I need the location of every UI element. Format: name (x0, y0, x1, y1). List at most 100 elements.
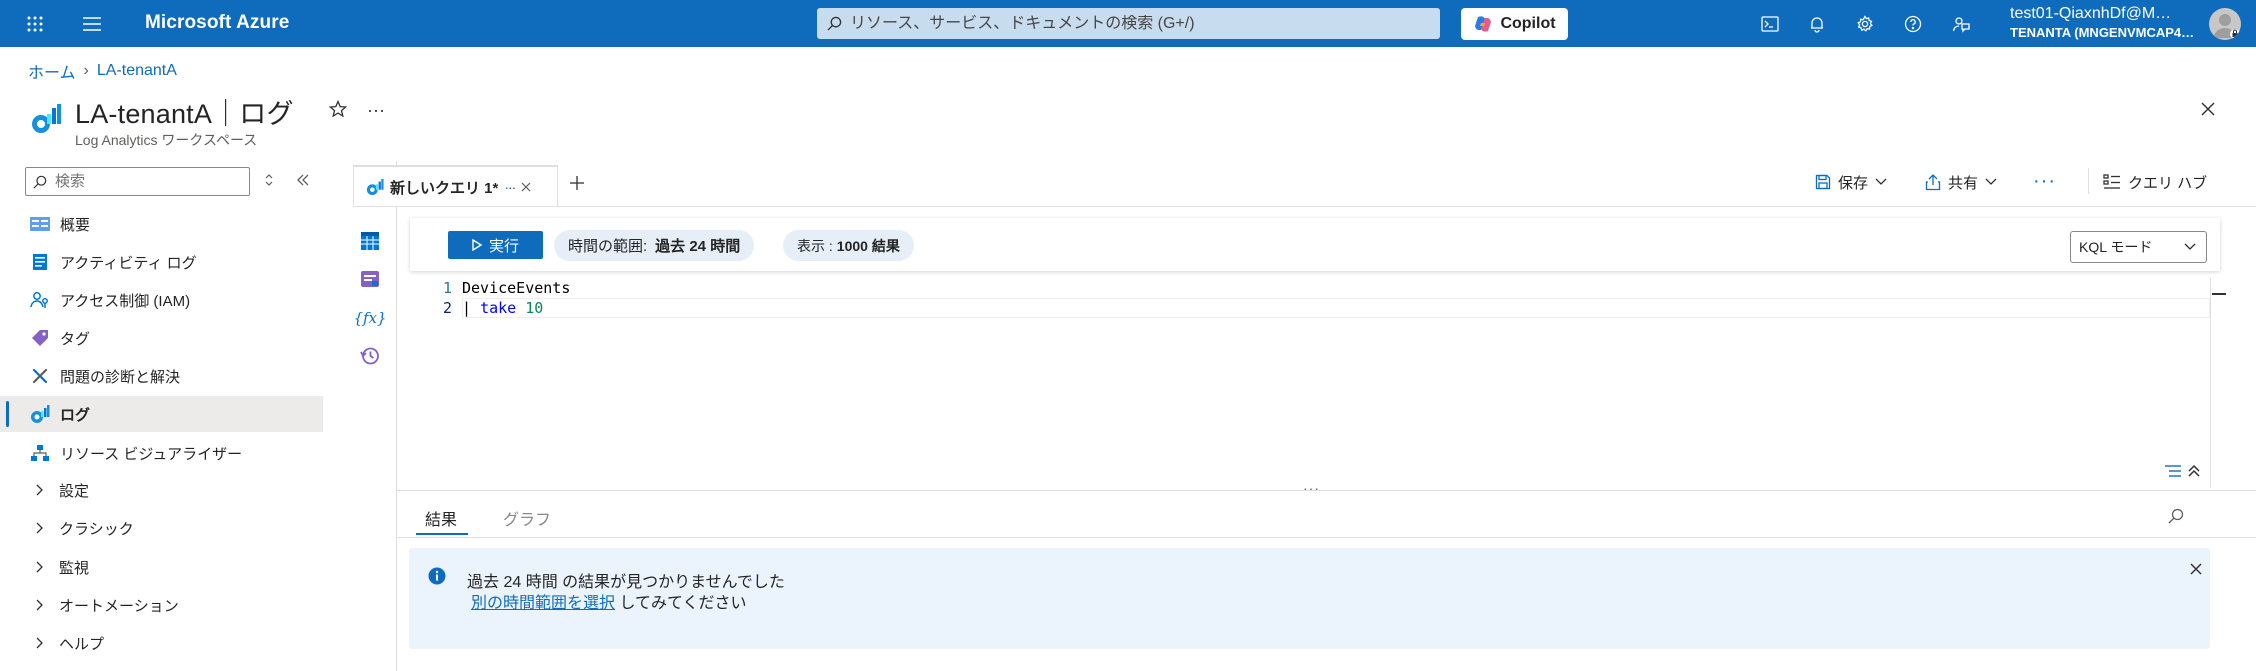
avatar[interactable] (2209, 8, 2241, 40)
sidebar-item-activity-log[interactable]: アクティビティ ログ (0, 244, 323, 280)
activity-log-icon (29, 251, 51, 273)
sidebar-item-label: ログ (60, 406, 91, 424)
query-hub-label: クエリ ハブ (2128, 174, 2208, 192)
copilot-label: Copilot (1500, 15, 1556, 32)
no-results-hint: 別の時間範囲を選択 してみてください (471, 589, 747, 613)
sidebar-item-diagnose[interactable]: 問題の診断と解決 (0, 358, 323, 394)
chevron-down-icon (2184, 243, 2196, 250)
tab-results[interactable]: 結果 (425, 506, 457, 530)
tab-chart[interactable]: グラフ (503, 506, 551, 530)
hamburger-menu-icon[interactable] (78, 10, 106, 38)
dismiss-message-icon[interactable] (2190, 563, 2202, 575)
run-label: 実行 (488, 237, 519, 255)
sidebar-item-resource-visualizer[interactable]: リソース ビジュアライザー (0, 435, 323, 471)
copilot-button[interactable]: Copilot (1461, 8, 1568, 40)
toolbar-more-icon[interactable]: ··· (2033, 170, 2056, 193)
no-results-hint-tail: してみてください (615, 595, 747, 612)
favorite-star-icon[interactable] (329, 100, 347, 118)
overview-ruler-marker (2212, 293, 2226, 295)
result-limit-picker[interactable]: 表示 : 1000 結果 (783, 230, 914, 261)
queries-icon[interactable] (358, 267, 382, 291)
breadcrumb-home[interactable]: ホーム (28, 59, 76, 83)
diagnose-icon (29, 365, 51, 387)
sidebar-item-label: 問題の診断と解決 (60, 368, 181, 386)
save-icon (1815, 174, 1831, 190)
close-icon[interactable] (2200, 101, 2216, 117)
share-button[interactable]: 共有 (1925, 170, 1997, 194)
breadcrumb-separator-icon: › (83, 62, 89, 79)
sidebar-item-logs[interactable]: ログ (0, 396, 323, 432)
line-number: 1 (442, 279, 452, 297)
log-analytics-icon (30, 102, 62, 136)
code-line-2: | take 10 (462, 299, 543, 317)
chevron-right-icon (36, 637, 43, 649)
tables-icon[interactable] (358, 229, 382, 253)
results-tab-indicator (416, 533, 468, 535)
editor-scrollbar[interactable] (2210, 278, 2211, 488)
sidebar-item-label: アクティビティ ログ (60, 254, 197, 272)
sidebar-item-label: タグ (60, 330, 91, 348)
editor-results-splitter[interactable] (397, 490, 2256, 491)
query-mode-select[interactable]: KQL モード (2070, 231, 2207, 263)
tab-label: 新しいクエリ 1* (390, 179, 499, 197)
sidebar-search[interactable] (25, 167, 250, 196)
sidebar-group-classic[interactable]: クラシック (0, 510, 323, 546)
tab-close-icon[interactable] (521, 182, 531, 192)
feedback-icon[interactable] (1947, 10, 1975, 38)
share-label: 共有 (1948, 174, 1979, 192)
overview-icon (29, 213, 51, 235)
sidebar-search-input[interactable] (55, 173, 245, 190)
time-range-label: 時間の範囲: (568, 238, 648, 255)
help-question-icon[interactable] (1899, 10, 1927, 38)
cloud-shell-icon[interactable] (1756, 10, 1784, 38)
splitter-handle-icon[interactable]: ··· (1303, 480, 1320, 496)
sidebar-item-label: 概要 (60, 216, 91, 234)
result-limit-value: 1000 結果 (836, 237, 900, 254)
account-user-name: test01-QiaxnhDf@M… (2010, 5, 2172, 22)
result-limit-label: 表示 : (797, 237, 833, 254)
time-range-picker[interactable]: 時間の範囲: 過去 24 時間 (554, 230, 755, 261)
search-icon (827, 16, 842, 31)
sidebar-group-help[interactable]: ヘルプ (0, 625, 323, 661)
query-editor[interactable]: 1 DeviceEvents 2 | take 10 (410, 278, 2210, 488)
sort-icon[interactable] (263, 172, 275, 188)
sidebar-group-settings[interactable]: 設定 (0, 472, 323, 508)
search-icon (33, 175, 47, 189)
sidebar-group-automation[interactable]: オートメーション (0, 587, 323, 623)
app-launcher-icon[interactable] (21, 10, 49, 38)
functions-fx-icon[interactable]: {fx} (353, 306, 386, 330)
global-search[interactable] (817, 8, 1440, 39)
save-button[interactable]: 保存 (1815, 170, 1887, 194)
chevron-down-icon (1875, 178, 1887, 185)
tab-more-icon[interactable]: ··· (504, 179, 516, 195)
tag-icon (29, 327, 51, 349)
brand-title[interactable]: Microsoft Azure (145, 12, 289, 34)
toolbar-divider (2088, 168, 2089, 194)
format-query-icon[interactable] (2164, 464, 2182, 478)
info-icon (428, 567, 446, 585)
notifications-bell-icon[interactable] (1803, 10, 1831, 38)
global-search-input[interactable] (850, 14, 1430, 33)
query-hub-button[interactable]: クエリ ハブ (2103, 170, 2207, 194)
history-icon[interactable] (358, 344, 382, 368)
run-button[interactable]: 実行 (448, 231, 543, 259)
collapse-editor-icon[interactable] (2187, 464, 2201, 478)
choose-time-range-link[interactable]: 別の時間範囲を選択 (471, 595, 615, 612)
sidebar-group-monitoring[interactable]: 監視 (0, 549, 323, 585)
add-tab-plus-icon[interactable] (569, 175, 585, 191)
account-info[interactable]: test01-QiaxnhDf@M… TENANTA (MNGENVMCAP4… (2010, 5, 2200, 40)
sidebar-item-iam[interactable]: アクセス制御 (IAM) (0, 282, 323, 318)
sidebar-item-overview[interactable]: 概要 (0, 206, 323, 242)
breadcrumb: ホーム › LA-tenantA (28, 59, 177, 83)
settings-gear-icon[interactable] (1851, 10, 1879, 38)
collapse-sidebar-icon[interactable] (296, 173, 310, 187)
code-keyword: take (480, 299, 517, 317)
breadcrumb-current[interactable]: LA-tenantA (97, 62, 177, 80)
sidebar-item-tags[interactable]: タグ (0, 320, 323, 356)
sidebar-divider (396, 161, 397, 671)
sidebar-group-label: 監視 (59, 559, 90, 577)
page-title: LA-tenantA｜ログ (75, 99, 294, 129)
tab-new-query-1[interactable]: 新しいクエリ 1* ··· (353, 165, 558, 207)
more-options-icon[interactable]: ··· (367, 100, 385, 121)
results-search-icon[interactable] (2168, 508, 2184, 524)
